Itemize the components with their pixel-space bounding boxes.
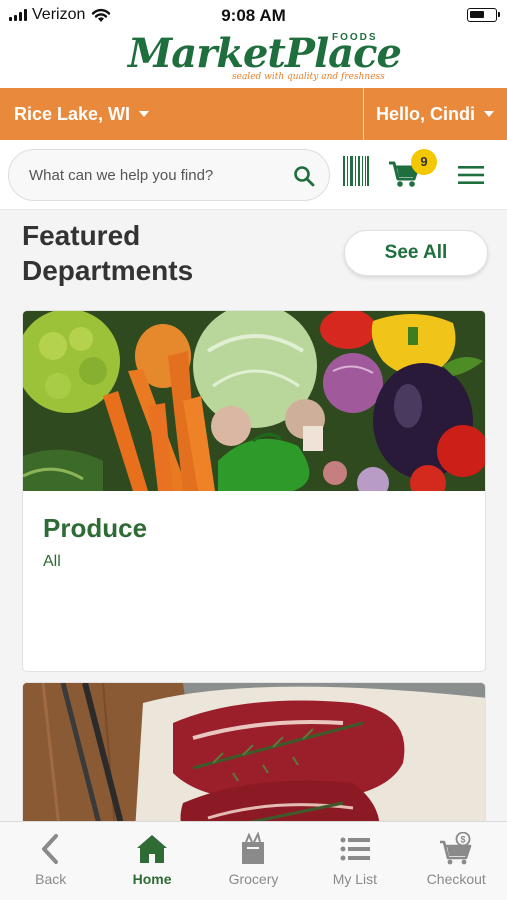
store-name: Rice Lake, WI [14, 103, 131, 124]
bottom-nav: Back Home Grocery My List $ Checkout [0, 821, 507, 900]
nav-label-back: Back [35, 871, 67, 887]
section-title: Featured Departments [22, 220, 194, 286]
nav-label-home: Home [132, 871, 172, 887]
battery-icon [467, 8, 500, 22]
battery-fill [470, 11, 484, 18]
grocery-bag-icon [242, 832, 265, 864]
back-chevron-icon [41, 834, 58, 864]
nav-home[interactable]: Home [101, 822, 202, 900]
brand-logo[interactable]: MarketPlace FOODS sealed with quality an… [0, 30, 507, 88]
meat-image [23, 683, 485, 841]
svg-text:$: $ [461, 835, 466, 845]
store-selector[interactable]: Rice Lake, WI [0, 88, 364, 140]
location-bar: Rice Lake, WI Hello, Cindi [0, 88, 507, 140]
nav-back[interactable]: Back [0, 822, 101, 900]
status-bar: Verizon 9:08 AM [0, 0, 507, 30]
status-time: 9:08 AM [221, 6, 286, 25]
barcode-scanner-icon[interactable] [343, 156, 369, 186]
account-greeting: Hello, Cindi [376, 103, 475, 124]
department-card-meat[interactable] [22, 682, 486, 842]
nav-label-my-list: My List [332, 871, 378, 887]
search-icon[interactable] [293, 165, 315, 187]
account-menu[interactable]: Hello, Cindi [364, 88, 507, 140]
see-all-button[interactable]: See All [344, 230, 488, 276]
chevron-down-icon [139, 111, 150, 117]
home-icon [137, 835, 168, 863]
department-card-produce[interactable]: Produce All [22, 310, 486, 672]
logo-foods: FOODS [332, 32, 378, 43]
nav-my-list[interactable]: My List [304, 822, 405, 900]
chevron-down-icon [484, 111, 494, 117]
checkout-cart-icon: $ [440, 832, 472, 865]
cart-count-badge: 9 [411, 149, 437, 175]
search-input[interactable] [29, 150, 279, 200]
produce-image [23, 311, 485, 491]
nav-label-grocery: Grocery [228, 871, 279, 887]
hamburger-menu-icon[interactable] [458, 164, 484, 186]
list-icon [340, 837, 370, 861]
logo-tagline: sealed with quality and freshness [232, 72, 385, 82]
department-subtitle: All [43, 553, 61, 570]
nav-label-checkout: Checkout [426, 871, 486, 887]
nav-grocery[interactable]: Grocery [203, 822, 304, 900]
search-box[interactable] [8, 149, 330, 201]
nav-checkout[interactable]: $ Checkout [406, 822, 507, 900]
department-title: Produce [43, 513, 148, 543]
